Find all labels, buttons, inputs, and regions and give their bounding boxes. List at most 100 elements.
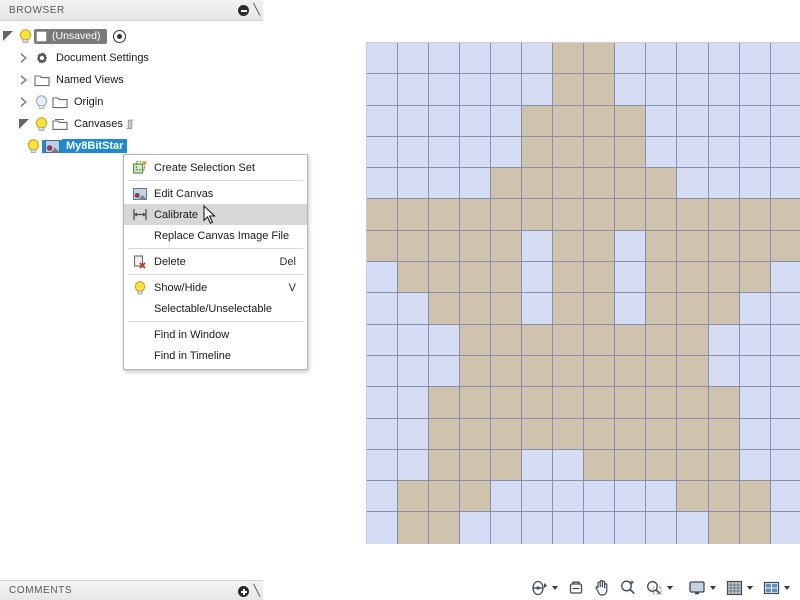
pan-tool[interactable] <box>590 577 614 599</box>
canvas-pixel <box>707 136 741 169</box>
look-at-icon[interactable] <box>564 577 588 599</box>
canvas-pixel <box>707 43 741 76</box>
plus-circle-icon[interactable] <box>238 586 250 597</box>
canvas-pixel <box>490 104 523 138</box>
canvas-pixel <box>428 104 461 138</box>
canvas-pixel <box>367 292 399 326</box>
canvas-pixel <box>459 73 492 107</box>
menu-item-replace-canvas-image-file[interactable]: Replace Canvas Image File <box>124 225 307 246</box>
canvas-pixel <box>769 230 800 263</box>
canvas-pixel <box>738 449 772 482</box>
viewport-layout-tool[interactable] <box>759 577 794 599</box>
menu-item-create-selection-set[interactable]: Create Selection Set <box>124 157 307 178</box>
chevron-down-icon[interactable] <box>784 585 790 590</box>
canvas-pixel <box>645 167 679 201</box>
canvas-pixel <box>583 136 617 169</box>
orbit-icon[interactable] <box>527 577 551 599</box>
document-chip: (Unsaved) <box>34 28 108 44</box>
menu-item-label: Find in Window <box>154 328 230 341</box>
canvas-pixel <box>521 73 555 107</box>
pixel-art-canvas-image[interactable] <box>367 43 800 544</box>
canvas-pixel <box>645 104 679 138</box>
canvas-pixel <box>552 386 586 420</box>
edit-canvas-icon <box>130 187 150 200</box>
canvas-pixel <box>769 449 800 482</box>
canvas-pixel <box>521 355 555 389</box>
expander-closed-icon[interactable] <box>16 69 32 91</box>
tree-node-document-settings[interactable]: Document Settings <box>0 47 263 69</box>
menu-item-selectable-unselectable[interactable]: Selectable/Unselectable <box>124 298 307 319</box>
canvas-pixel <box>676 417 710 451</box>
canvas-pixel <box>521 104 555 138</box>
expander-open-icon[interactable] <box>0 25 16 47</box>
tree-node-named-views[interactable]: Named Views <box>0 69 263 91</box>
chevron-down-icon[interactable] <box>747 585 753 590</box>
menu-item-show-hide[interactable]: Show/Hide V <box>124 277 307 298</box>
orbit-tool[interactable] <box>527 577 562 599</box>
lightbulb-icon[interactable] <box>32 116 50 132</box>
menu-item-label: Find in Timeline <box>154 349 232 362</box>
canvas-pixel <box>583 355 617 389</box>
expander-closed-icon[interactable] <box>16 47 32 69</box>
selection-set-icon <box>130 160 150 175</box>
canvas-pixel <box>521 198 555 232</box>
viewport-layout-icon[interactable] <box>759 577 783 599</box>
display-settings-icon[interactable] <box>685 577 709 599</box>
zoom-tool[interactable] <box>616 577 640 599</box>
canvas-pixel <box>707 386 741 420</box>
canvas-pixel <box>738 511 772 544</box>
look-at-tool[interactable] <box>564 577 588 599</box>
display-settings-tool[interactable] <box>685 577 720 599</box>
expander-closed-icon[interactable] <box>16 91 32 113</box>
canvas-pixel <box>614 198 648 232</box>
canvas-pixel <box>490 73 523 107</box>
canvas-pixel <box>459 167 492 201</box>
chevron-down-icon[interactable] <box>710 585 716 590</box>
canvas-pixel <box>707 230 741 263</box>
tree-node-unsaved[interactable]: (Unsaved) <box>0 25 263 47</box>
canvas-pixel <box>397 198 430 232</box>
menu-item-find-in-timeline[interactable]: Find in Timeline <box>124 345 307 366</box>
lightbulb-icon[interactable] <box>32 94 50 110</box>
expander-open-icon[interactable] <box>16 113 32 135</box>
tree-node-label: Document Settings <box>56 52 149 64</box>
grid-settings-icon[interactable] <box>722 577 746 599</box>
canvas-pixel <box>459 104 492 138</box>
menu-item-delete[interactable]: Delete Del <box>124 251 307 272</box>
menu-item-find-in-window[interactable]: Find in Window <box>124 324 307 345</box>
pin-icon[interactable]: ╲ <box>253 586 260 597</box>
canvas-pixel <box>490 167 523 201</box>
zoom-window-icon[interactable] <box>642 577 666 599</box>
canvas-pixel <box>521 136 555 169</box>
document-icon <box>36 30 47 42</box>
lightbulb-icon[interactable] <box>24 138 42 154</box>
zoom-window-tool[interactable] <box>642 577 677 599</box>
pan-hand-icon[interactable] <box>590 577 614 599</box>
canvas-pixel <box>367 480 399 514</box>
zoom-icon[interactable] <box>616 577 640 599</box>
menu-item-edit-canvas[interactable]: Edit Canvas <box>124 183 307 204</box>
canvas-pixel <box>738 198 772 232</box>
canvas-pixel <box>428 355 461 389</box>
pin-icon[interactable]: ╲ <box>253 5 260 16</box>
grid-settings-tool[interactable] <box>722 577 757 599</box>
canvas-pixel <box>397 417 430 451</box>
design-canvas-viewport[interactable] <box>366 42 800 544</box>
canvas-pixel <box>614 386 648 420</box>
chevron-down-icon[interactable] <box>552 585 558 590</box>
tree-node-origin[interactable]: Origin <box>0 91 263 113</box>
menu-item-calibrate[interactable]: Calibrate <box>124 204 307 225</box>
chevron-down-icon[interactable] <box>667 585 673 590</box>
delete-icon <box>130 254 150 269</box>
active-document-radio[interactable] <box>113 29 127 43</box>
canvas-pixel <box>583 43 617 76</box>
canvas-pixel <box>645 449 679 482</box>
canvas-pixel <box>552 480 586 514</box>
minus-circle-icon[interactable] <box>238 5 250 16</box>
canvas-pixel <box>769 198 800 232</box>
canvas-pixel <box>707 292 741 326</box>
lightbulb-icon[interactable] <box>16 28 34 44</box>
menu-separator <box>128 180 303 181</box>
canvas-pixel <box>428 230 461 263</box>
tree-node-canvases[interactable]: Canvases ∫∫∫ <box>0 113 263 135</box>
